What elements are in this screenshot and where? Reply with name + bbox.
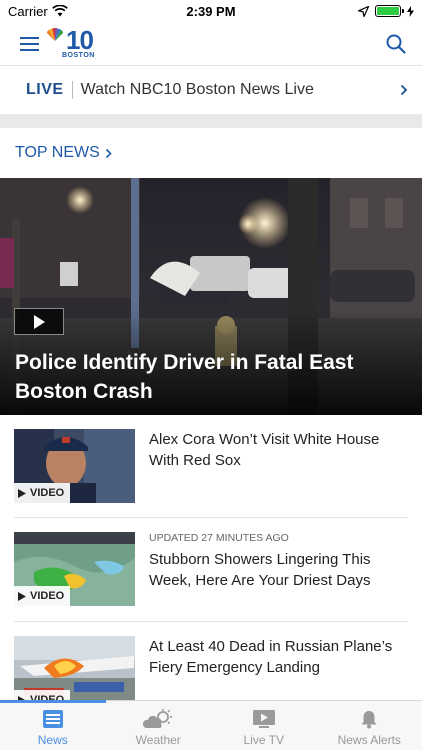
play-button[interactable] [14,308,64,335]
story-title: Stubborn Showers Lingering This Week, He… [149,551,371,589]
active-tab-indicator [0,700,106,703]
tab-news[interactable]: News [0,701,106,750]
chevron-right-icon [105,148,112,158]
hero-story[interactable]: Police Identify Driver in Fatal East Bos… [0,178,422,415]
app-header: 10 BOSTON [0,22,422,66]
weather-icon [143,709,173,728]
hamburger-menu-icon[interactable] [20,36,40,52]
story-title: Alex Cora Won’t Visit White House With R… [149,431,380,469]
search-icon[interactable] [386,34,406,54]
logo-number: 10 [66,25,94,55]
tab-live-tv[interactable]: Live TV [211,701,317,750]
tab-weather[interactable]: Weather [106,701,212,750]
status-right [358,5,414,17]
logo-city: BOSTON [62,52,95,59]
tab-label: News [37,733,68,747]
carrier-label: Carrier [8,3,48,19]
tab-news-alerts[interactable]: News Alerts [317,701,422,750]
story-item[interactable]: VIDEO Alex Cora Won’t Visit White House … [14,429,408,519]
tab-bar: News Weather Live TV News Alerts [0,700,422,750]
live-tv-icon [252,710,275,728]
divider [14,517,408,518]
section-spacer [0,114,422,128]
status-time: 2:39 PM [186,3,236,19]
bell-icon [361,711,377,729]
divider [14,621,408,622]
story-text: At Least 40 Dead in Russian Plane’s Fier… [149,636,399,678]
video-badge: VIDEO [14,586,71,606]
nbc10-boston-logo[interactable]: 10 BOSTON [46,25,94,59]
peacock-icon [46,28,64,41]
hero-headline: Police Identify Driver in Fatal East Bos… [15,351,354,403]
story-thumbnail: VIDEO [14,636,135,710]
news-icon [42,710,63,728]
video-badge-label: VIDEO [30,590,65,602]
location-arrow-icon [358,5,369,17]
story-text: UPDATED 27 MINUTES AGO Stubborn Showers … [149,532,399,591]
play-icon [18,488,26,498]
play-icon [34,314,45,329]
charging-bolt-icon [407,5,414,17]
story-text: Alex Cora Won’t Visit White House With R… [149,429,399,471]
status-left: Carrier [8,4,68,19]
status-bar: Carrier 2:39 PM [0,0,422,22]
video-badge: VIDEO [14,483,71,503]
live-tag: LIVE [26,81,64,98]
section-title: TOP NEWS [15,144,100,161]
live-stream-banner[interactable]: LIVE Watch NBC10 Boston News Live [0,66,422,114]
live-banner-text: Watch NBC10 Boston News Live [80,81,314,98]
play-icon [18,591,26,601]
tab-label: Live TV [243,733,284,747]
tab-label: Weather [135,733,181,747]
story-thumbnail: VIDEO [14,429,135,503]
story-title: At Least 40 Dead in Russian Plane’s Fier… [149,638,393,676]
story-updated-time: UPDATED 27 MINUTES AGO [149,532,289,544]
video-badge-label: VIDEO [30,487,65,499]
story-item[interactable]: VIDEO UPDATED 27 MINUTES AGO Stubborn Sh… [14,532,408,622]
top-news-link[interactable]: TOP NEWS [15,144,112,162]
wifi-icon [51,5,68,17]
tab-label: News Alerts [337,733,401,747]
chevron-right-icon [400,84,408,96]
battery-icon [375,5,404,17]
live-separator [71,81,73,99]
battery-level [377,7,399,15]
story-thumbnail: VIDEO [14,532,135,606]
